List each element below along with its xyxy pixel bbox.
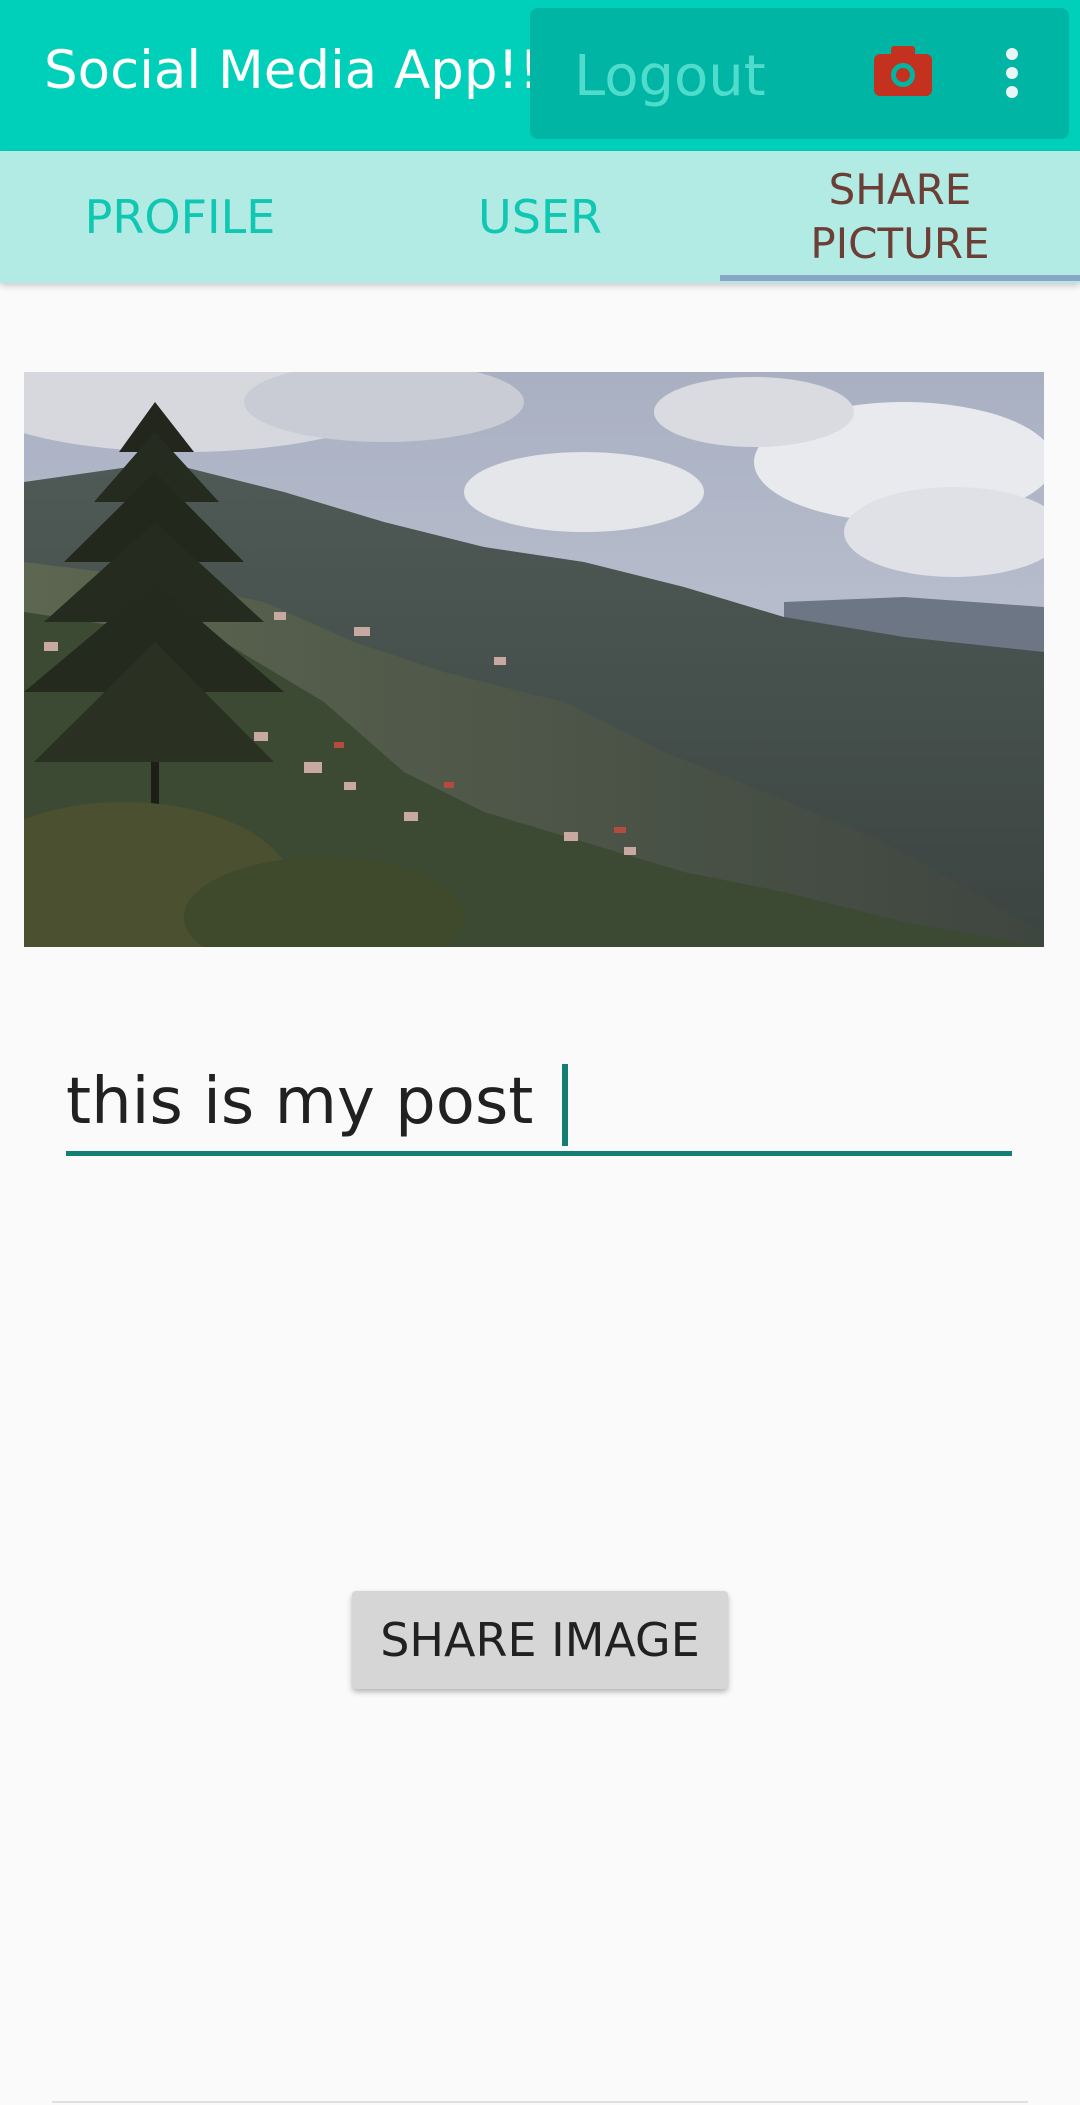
post-caption-input[interactable]: this is my post xyxy=(66,1048,1012,1156)
tab-bar: PROFILE USER SHARE PICTURE xyxy=(0,151,1080,283)
tab-indicator xyxy=(720,275,1080,281)
text-cursor xyxy=(561,1064,568,1147)
tab-user[interactable]: USER xyxy=(360,151,720,283)
more-vert-icon[interactable] xyxy=(1004,48,1020,98)
logout-button[interactable]: Logout xyxy=(574,44,766,109)
app-bar: Social Media App!!! Logout xyxy=(0,0,1080,151)
bottom-divider xyxy=(52,2101,1028,2103)
tab-share-picture[interactable]: SHARE PICTURE xyxy=(720,151,1080,283)
post-caption-text: this is my post xyxy=(66,1065,554,1139)
action-area: Logout xyxy=(530,8,1069,139)
app-title: Social Media App!!! xyxy=(44,40,562,101)
tab-profile[interactable]: PROFILE xyxy=(0,151,360,283)
camera-icon[interactable] xyxy=(874,46,932,96)
share-image-button[interactable]: SHARE IMAGE xyxy=(352,1591,728,1689)
selected-image xyxy=(24,372,1044,947)
